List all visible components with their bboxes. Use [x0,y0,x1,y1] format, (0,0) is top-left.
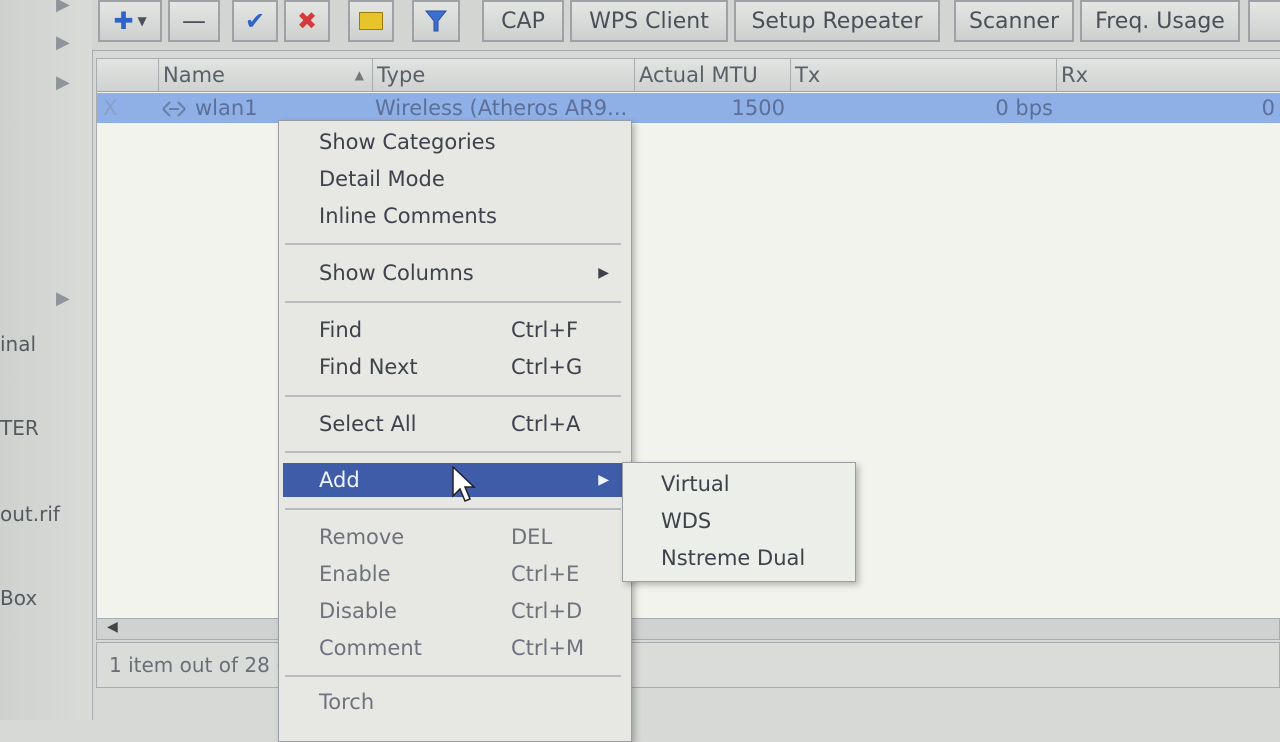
horizontal-scrollbar[interactable]: ◀ [96,618,1280,640]
menu-find[interactable]: Find Ctrl+F [283,313,623,347]
menu-separator [285,395,621,397]
table-row[interactable]: X wlan1 Wireless (Atheros AR9... 1500 0 … [97,93,1280,123]
filter-button[interactable] [412,0,460,42]
menu-show-categories[interactable]: Show Categories [283,125,623,159]
menu-detail-mode[interactable]: Detail Mode [283,162,623,196]
menu-separator [285,508,621,510]
scroll-left-icon[interactable]: ◀ [107,619,118,635]
status-bar: 1 item out of 28 ( [96,642,1280,688]
expand-arrow-icon[interactable]: ▶ [56,72,70,93]
menu-separator [285,451,621,453]
setup-repeater-button[interactable]: Setup Repeater [734,0,940,42]
column-type[interactable]: Type [373,59,635,91]
menu-torch[interactable]: Torch [283,685,623,719]
column-rx[interactable]: Rx [1057,59,1280,91]
remove-button[interactable]: — [168,0,220,42]
menu-separator [285,243,621,245]
menu-remove[interactable]: Remove DEL [283,520,623,554]
left-sidebar: ▶ ▶ ▶ ▶ inal TER out.rif Box [0,0,93,720]
chevron-down-icon: ▼ [137,14,147,28]
column-tx[interactable]: Tx [791,59,1057,91]
context-menu: Show Categories Detail Mode Inline Comme… [278,120,632,742]
menu-select-all[interactable]: Select All Ctrl+A [283,407,623,441]
column-flag[interactable] [97,59,159,91]
minus-icon: — [182,7,206,35]
disable-button[interactable]: ✖ [284,0,330,42]
table-header: Name ▲ Type Actual MTU Tx Rx [97,59,1280,92]
column-actual-mtu[interactable]: Actual MTU [635,59,791,91]
row-rx: 0 [1261,96,1275,120]
sidebar-item-label[interactable]: Box [0,586,37,610]
sidebar-item-label[interactable]: out.rif [0,502,60,526]
enable-button[interactable]: ✔ [232,0,278,42]
menu-find-next[interactable]: Find Next Ctrl+G [283,350,623,384]
row-type: Wireless (Atheros AR9... [375,96,628,120]
x-icon: ✖ [296,7,318,35]
submenu-nstreme-dual[interactable]: Nstreme Dual [661,541,805,575]
add-button[interactable]: ✚ ▼ [98,0,162,42]
menu-inline-comments[interactable]: Inline Comments [283,199,623,233]
menu-separator [285,301,621,303]
note-icon [359,12,383,30]
freq-usage-button[interactable]: Freq. Usage [1080,0,1240,42]
sort-arrow-icon: ▲ [354,68,364,82]
row-mtu: 1500 [731,96,785,120]
comment-button[interactable] [348,0,394,42]
disabled-flag: X [103,96,118,120]
add-submenu: Virtual WDS Nstreme Dual [622,462,856,582]
toolbar: ✚ ▼ — ✔ ✖ CAP WPS Client Setup Repeater … [92,0,1280,51]
item-count: 1 item out of 28 ( [109,653,284,677]
row-name: wlan1 [195,96,258,120]
menu-separator [285,675,621,677]
menu-disable[interactable]: Disable Ctrl+D [283,594,623,628]
column-name-label: Name [163,63,225,87]
wireless-interface-icon [159,93,189,123]
expand-arrow-icon[interactable]: ▶ [56,32,70,53]
wps-client-button[interactable]: WPS Client [570,0,728,42]
more-toolbar-button[interactable] [1248,0,1280,42]
filter-icon [424,10,448,32]
scanner-button[interactable]: Scanner [954,0,1074,42]
menu-enable[interactable]: Enable Ctrl+E [283,557,623,591]
expand-arrow-icon[interactable]: ▶ [56,288,70,309]
sidebar-item-label[interactable]: TER [0,416,39,440]
menu-comment[interactable]: Comment Ctrl+M [283,631,623,665]
submenu-arrow-icon: ▶ [598,265,609,281]
plus-icon: ✚ [113,7,134,35]
row-tx: 0 bps [995,96,1053,120]
menu-show-columns[interactable]: Show Columns ▶ [283,256,623,290]
submenu-arrow-icon: ▶ [598,472,609,488]
expand-arrow-icon[interactable]: ▶ [56,0,70,15]
submenu-virtual[interactable]: Virtual [661,467,730,501]
submenu-wds[interactable]: WDS [661,504,711,538]
mouse-cursor-icon [452,466,476,502]
checkmark-icon: ✔ [244,7,266,35]
sidebar-item-label[interactable]: inal [0,332,36,356]
column-name[interactable]: Name ▲ [159,59,373,91]
cap-button[interactable]: CAP [482,0,564,42]
